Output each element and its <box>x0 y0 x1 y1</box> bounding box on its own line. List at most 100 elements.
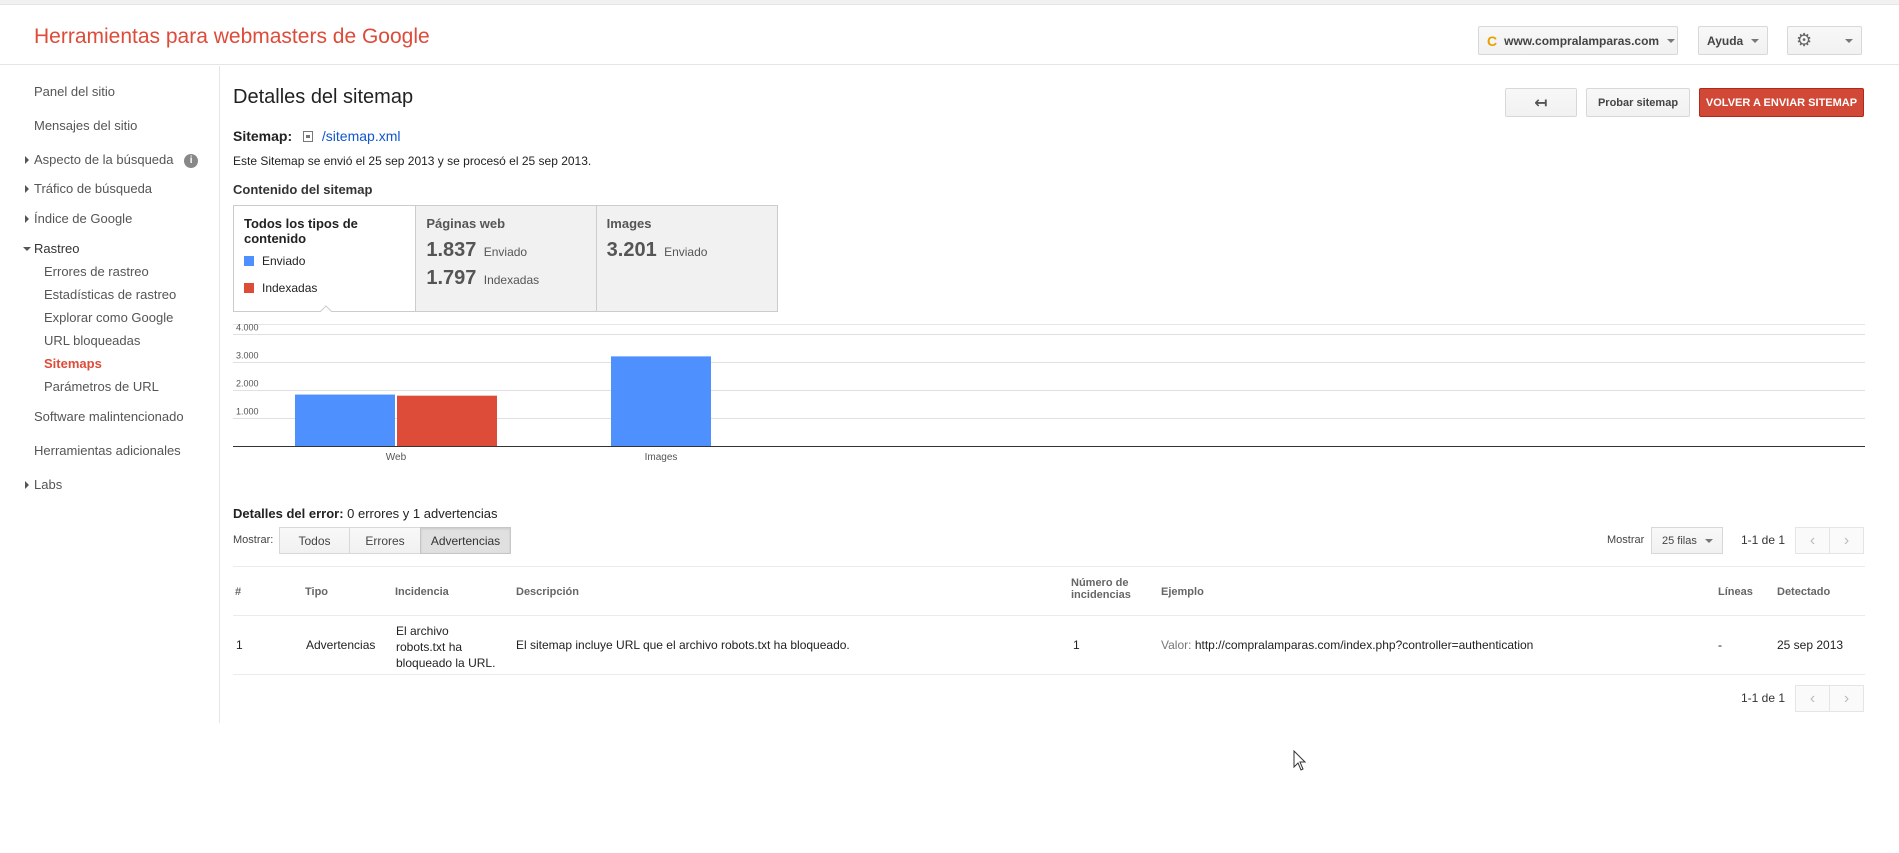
col-header-lines: Líneas <box>1718 586 1753 598</box>
sidebar-subitem-parametros[interactable]: Parámetros de URL <box>44 379 159 394</box>
tab-images[interactable]: Images 3.201 Enviado <box>596 206 777 311</box>
sidebar-nav: Panel del sitio Mensajes del sitio Aspec… <box>0 66 220 723</box>
col-header-type: Tipo <box>305 586 329 598</box>
col-header-count-line1: Número de <box>1071 577 1129 589</box>
sidebar-item-rastreo[interactable]: Rastreo <box>23 241 80 256</box>
cell-type: Advertencias <box>306 638 376 652</box>
next-page-button[interactable]: › <box>1829 527 1864 554</box>
y-tick-label: 3.000 <box>236 351 259 361</box>
help-label: Ayuda <box>1707 33 1744 48</box>
pagination-text: 1-1 de 1 <box>1741 533 1786 547</box>
cell-detected: 25 sep 2013 <box>1777 638 1844 652</box>
sidebar-item-herramientas[interactable]: Herramientas adicionales <box>34 443 181 458</box>
cell-issue-line2: robots.txt ha <box>396 640 463 654</box>
sitemap-line: Sitemap: /sitemap.xml <box>233 128 400 144</box>
resend-sitemap-button[interactable]: VOLVER A ENVIAR SITEMAP <box>1699 88 1864 117</box>
stat-value: 1.837 <box>426 239 477 261</box>
x-tick-label: Images <box>645 452 678 463</box>
legend-swatch-indexed <box>244 283 254 293</box>
sidebar-subitem-estadisticas[interactable]: Estadísticas de rastreo <box>44 287 176 302</box>
legend-label: Enviado <box>262 254 306 268</box>
chevron-right-icon: › <box>1843 531 1850 549</box>
next-page-button-bottom[interactable]: › <box>1829 685 1864 712</box>
sidebar-item-software[interactable]: Software malintencionado <box>34 409 184 424</box>
sitemap-label: Sitemap: <box>233 128 293 144</box>
sidebar-item-label: Labs <box>34 477 63 492</box>
y-tick-label: 4.000 <box>236 324 259 333</box>
help-button[interactable]: Ayuda <box>1698 26 1768 55</box>
sitemap-link[interactable]: /sitemap.xml <box>322 128 401 144</box>
bar-web-enviado <box>295 394 395 446</box>
rows-per-page-select[interactable]: 25 filas <box>1651 527 1723 554</box>
stat-web-indexed: 1.797 Indexadas <box>426 267 585 290</box>
sidebar-item-trafico[interactable]: Tráfico de búsqueda <box>25 181 152 196</box>
chevron-left-icon: ‹ <box>1809 531 1816 549</box>
app-logo[interactable]: Herramientas para webmasters de Google <box>34 25 430 49</box>
col-header-issue: Incidencia <box>395 586 449 598</box>
page-title: Detalles del sitemap <box>233 86 414 108</box>
table-header-rule <box>233 615 1865 616</box>
chevron-right-icon: › <box>1843 689 1850 707</box>
sidebar-item-aspecto[interactable]: Aspecto de la búsqueda i <box>25 152 199 168</box>
pagination-text-bottom: 1-1 de 1 <box>1741 691 1786 705</box>
chevron-left-icon: ‹ <box>1809 689 1816 707</box>
prev-page-button[interactable]: ‹ <box>1795 527 1830 554</box>
sidebar-item-indice[interactable]: Índice de Google <box>25 211 133 226</box>
selected-tab-notch <box>320 305 332 312</box>
info-icon[interactable]: i <box>184 154 199 168</box>
chevron-down-icon <box>1667 38 1676 43</box>
legend-sent: Enviado <box>244 254 305 268</box>
sidebar-subitem-errores[interactable]: Errores de rastreo <box>44 264 149 279</box>
sidebar-item-labs[interactable]: Labs <box>25 477 63 492</box>
sidebar-item-label: Rastreo <box>34 241 80 256</box>
rows-value: 25 filas <box>1662 534 1697 547</box>
expand-arrow-icon <box>25 156 29 164</box>
sidebar-subitem-explorar[interactable]: Explorar como Google <box>44 310 173 325</box>
prev-page-button-bottom[interactable]: ‹ <box>1795 685 1830 712</box>
example-label: Valor: <box>1161 638 1192 652</box>
sidebar-subitem-url-bloqueadas[interactable]: URL bloqueadas <box>44 333 140 348</box>
gear-icon: ⚙ <box>1796 30 1813 50</box>
bar-images-enviado <box>611 356 711 446</box>
file-icon <box>303 131 314 142</box>
col-header-example: Ejemplo <box>1161 586 1204 598</box>
sidebar-item-panel[interactable]: Panel del sitio <box>34 84 115 99</box>
cell-issue-line1: El archivo <box>396 624 449 638</box>
back-arrow-icon: ↤ <box>1534 94 1548 112</box>
stat-value: 3.201 <box>606 239 657 261</box>
tab-title: Todos los tipos de contenido <box>244 216 358 246</box>
tab-title: Páginas web <box>426 216 506 231</box>
stat-label: Enviado <box>483 245 528 259</box>
stat-images-sent: 3.201 Enviado <box>607 239 767 262</box>
sidebar-subitem-sitemaps[interactable]: Sitemaps <box>44 356 102 371</box>
mouse-cursor-icon <box>1293 750 1307 771</box>
error-title-bold: Detalles del error: <box>233 506 344 521</box>
expand-arrow-icon <box>25 185 29 193</box>
site-name: www.compralamparas.com <box>1504 33 1660 48</box>
filter-advertencias-button[interactable]: Advertencias <box>420 527 511 554</box>
content-section-title: Contenido del sitemap <box>233 182 373 197</box>
tab-title: Images <box>606 216 652 231</box>
error-title-rest: 0 errores y 1 advertencias <box>343 506 498 521</box>
cell-example: Valor: http://compralamparas.com/index.p… <box>1161 638 1533 652</box>
settings-button[interactable]: ⚙ <box>1787 26 1862 55</box>
filter-todos-button[interactable]: Todos <box>279 527 350 554</box>
test-sitemap-button[interactable]: Probar sitemap <box>1586 88 1690 117</box>
bar-web-indexadas <box>397 395 497 446</box>
sidebar-item-mensajes[interactable]: Mensajes del sitio <box>34 118 137 133</box>
filter-errores-button[interactable]: Errores <box>349 527 421 554</box>
tab-web-pages[interactable]: Páginas web 1.837 Enviado 1.797 Indexada… <box>416 206 597 311</box>
sidebar-item-label: Índice de Google <box>34 211 133 226</box>
legend-label: Indexadas <box>262 281 318 295</box>
cell-issue: El archivo robots.txt ha bloqueado la UR… <box>396 623 495 671</box>
x-tick-label: Web <box>386 452 407 463</box>
table-top-rule <box>233 566 1865 567</box>
tab-all-content[interactable]: Todos los tipos de contenido Enviado Ind… <box>234 206 417 312</box>
app-header: Herramientas para webmasters de Google C… <box>0 5 1899 65</box>
cell-issue-line3: bloqueado la URL. <box>396 656 496 670</box>
legend-indexed: Indexadas <box>244 281 317 295</box>
site-selector[interactable]: C www.compralamparas.com <box>1478 26 1678 55</box>
rows-label: Mostrar <box>1607 534 1645 546</box>
back-button[interactable]: ↤ <box>1505 88 1577 117</box>
cell-count: 1 <box>1073 638 1080 652</box>
